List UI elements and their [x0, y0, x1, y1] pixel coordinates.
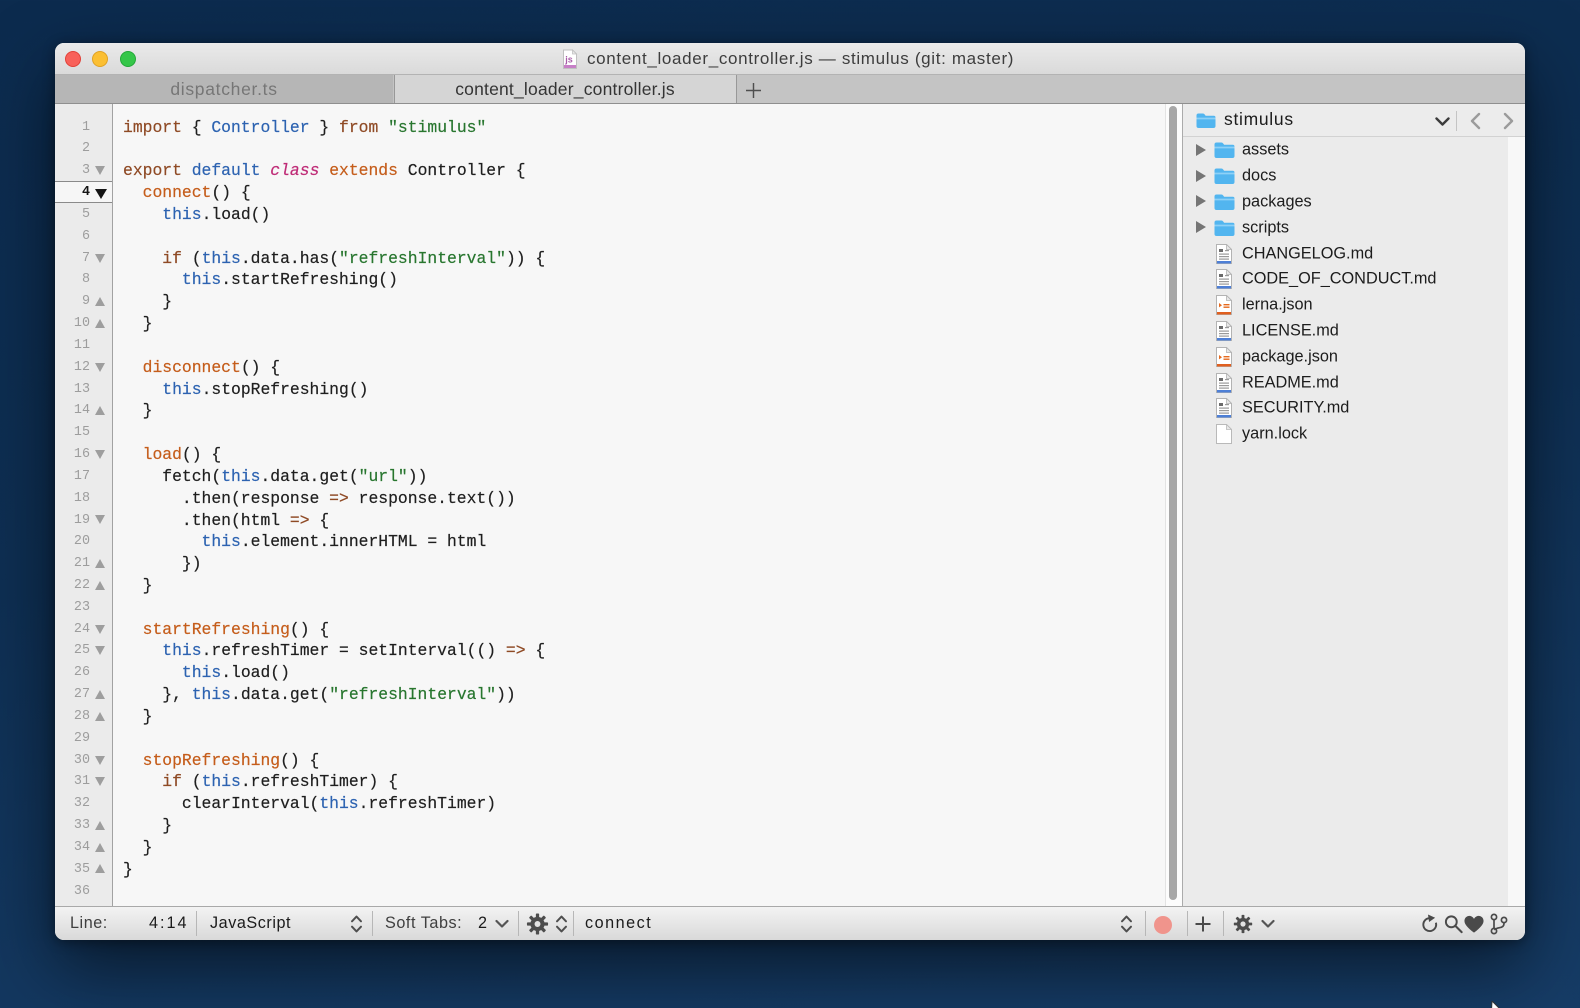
svg-text:js: js: [564, 54, 573, 64]
